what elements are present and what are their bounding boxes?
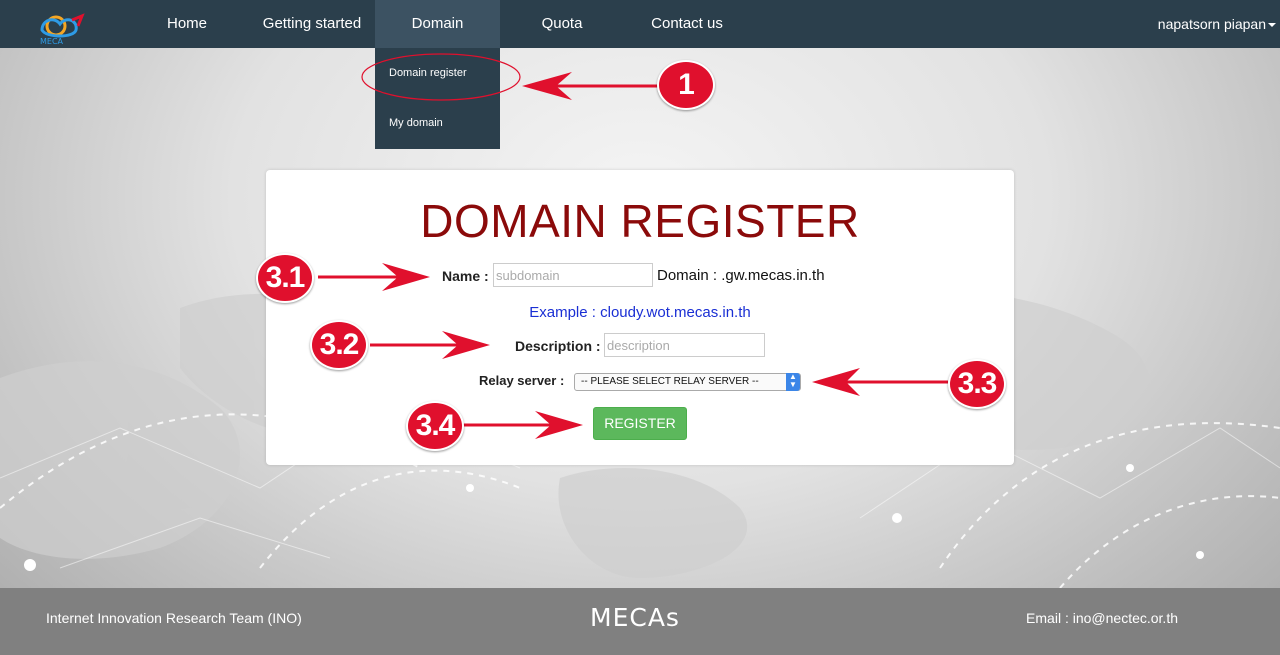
domain-register-card: DOMAIN REGISTER Name : Domain : .gw.meca…: [266, 170, 1014, 465]
step-badge-1: 1: [657, 60, 715, 110]
step-badge-3-3: 3.3: [948, 359, 1006, 409]
caret-down-icon: [1268, 23, 1276, 28]
nav-domain[interactable]: Domain: [375, 0, 500, 48]
step-badge-3-2: 3.2: [310, 320, 368, 370]
select-arrows-icon: ▲ ▼: [786, 373, 800, 391]
top-navbar: MECA Home Getting started Domain Quota C…: [0, 0, 1280, 48]
nav-quota[interactable]: Quota: [526, 0, 598, 48]
page-title: DOMAIN REGISTER: [420, 195, 860, 247]
description-input[interactable]: [604, 333, 765, 357]
menu-item-domain-register[interactable]: Domain register: [389, 67, 467, 79]
relay-server-select[interactable]: -- PLEASE SELECT RELAY SERVER -- ▲ ▼: [574, 373, 801, 391]
subdomain-input[interactable]: [493, 263, 653, 287]
mecas-logo-icon[interactable]: MECA: [36, 6, 90, 46]
nav-getting-started[interactable]: Getting started: [256, 0, 368, 48]
nav-contact-us[interactable]: Contact us: [643, 0, 731, 48]
step-badge-3-4: 3.4: [406, 401, 464, 451]
footer-email: Email : ino@nectec.or.th: [1026, 610, 1178, 626]
example-text: Example : cloudy.wot.mecas.in.th: [529, 304, 751, 321]
name-label: Name :: [442, 268, 489, 284]
footer-brand-logo: MECAs: [590, 603, 680, 632]
footer: Internet Innovation Research Team (INO) …: [0, 588, 1280, 655]
step-badge-3-1: 3.1: [256, 253, 314, 303]
nav-home[interactable]: Home: [152, 0, 222, 48]
user-menu[interactable]: napatsorn piapan: [1158, 0, 1276, 48]
description-label: Description :: [515, 338, 601, 354]
domain-suffix-text: Domain : .gw.mecas.in.th: [657, 267, 825, 284]
domain-dropdown-menu: Domain register My domain: [375, 48, 500, 149]
relay-server-label: Relay server :: [479, 373, 565, 388]
user-name: napatsorn piapan: [1157, 16, 1266, 32]
register-button[interactable]: REGISTER: [593, 407, 687, 440]
svg-text:MECA: MECA: [40, 37, 64, 46]
footer-team-name: Internet Innovation Research Team (INO): [46, 610, 302, 626]
relay-server-selected: -- PLEASE SELECT RELAY SERVER --: [581, 376, 759, 387]
menu-item-my-domain[interactable]: My domain: [389, 117, 443, 129]
